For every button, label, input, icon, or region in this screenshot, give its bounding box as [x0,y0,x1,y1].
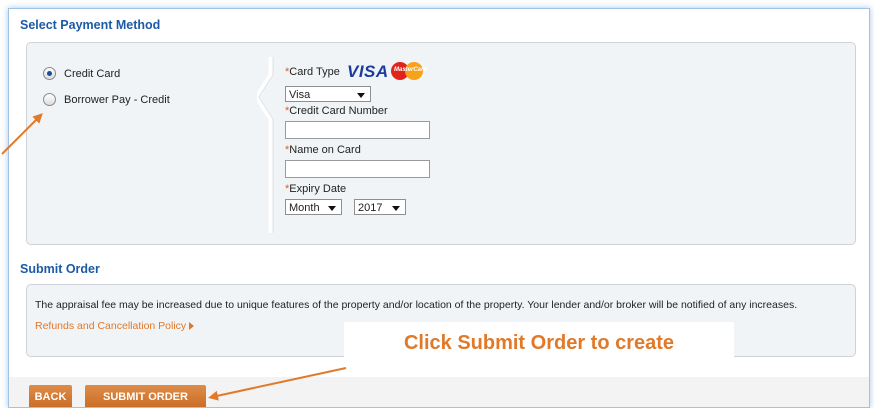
arrow-to-radio [1,113,43,155]
arrow-to-submit [208,367,347,401]
annotation-arrows [1,113,347,401]
